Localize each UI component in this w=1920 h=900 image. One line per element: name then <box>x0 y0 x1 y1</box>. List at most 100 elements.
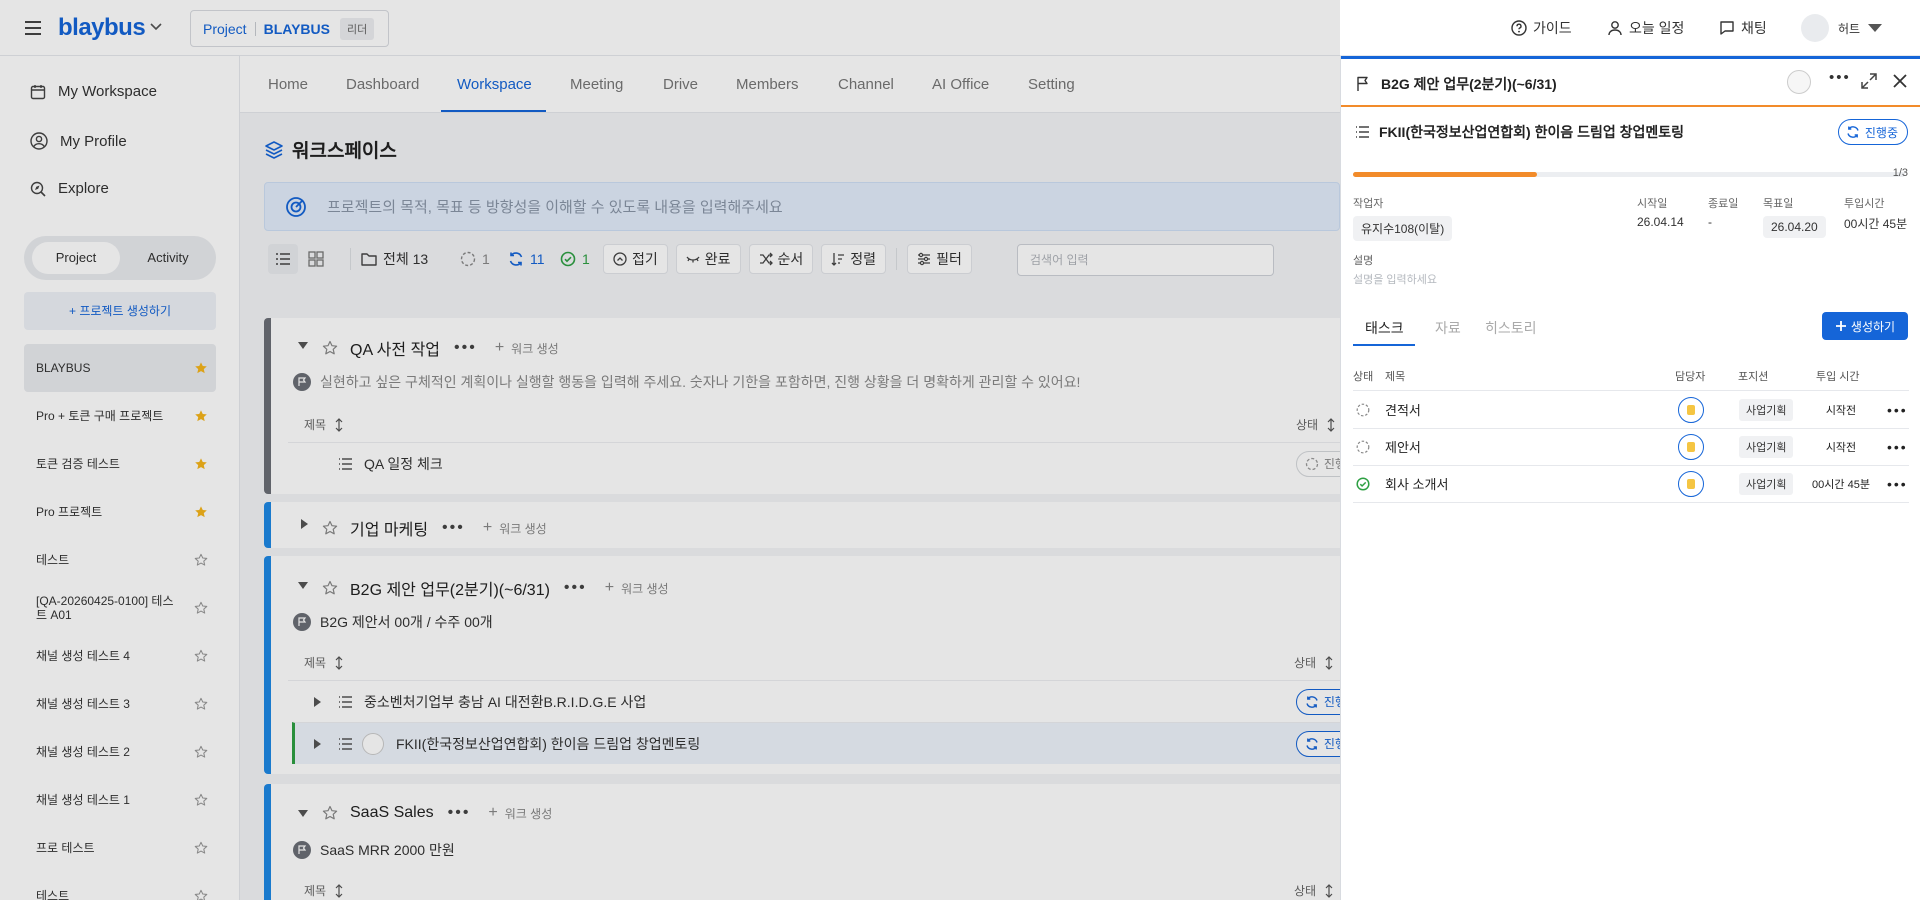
sidebar-project-item[interactable]: 채널 생성 테스트 3 <box>24 680 216 728</box>
star-outline-icon[interactable] <box>322 580 338 596</box>
nav-my-workspace[interactable]: My Workspace <box>30 83 157 100</box>
tab-drive[interactable]: Drive <box>663 76 698 93</box>
check-circle-icon[interactable] <box>1356 465 1370 502</box>
filter-todo[interactable]: 1 <box>460 244 490 274</box>
sidebar-project-item[interactable]: 토큰 검증 테스트 <box>24 440 216 488</box>
collapse-caret-icon[interactable] <box>298 810 308 818</box>
grid-view-icon[interactable] <box>308 251 324 267</box>
add-work-button[interactable]: + 워크 생성 <box>605 579 669 597</box>
work-row[interactable]: QA 일정 체크 진행전 <box>288 442 1344 484</box>
chat-button[interactable]: 채팅 <box>1719 18 1767 38</box>
add-work-button[interactable]: + 워크 생성 <box>483 519 547 537</box>
more-icon[interactable]: ••• <box>1887 428 1908 465</box>
sidebar-project-item[interactable]: 채널 생성 테스트 1 <box>24 776 216 824</box>
filter-all[interactable]: 전체 13 <box>361 244 428 274</box>
position-badge[interactable]: 사업기획 <box>1739 391 1794 428</box>
group-title[interactable]: QA 사전 작업 <box>350 336 440 360</box>
sort-button[interactable]: 정렬 <box>821 244 887 274</box>
expand-caret-icon[interactable] <box>314 738 322 749</box>
star-outline-icon[interactable] <box>322 805 338 821</box>
tab-ai-office[interactable]: AI Office <box>932 76 989 93</box>
position-badge[interactable]: 사업기획 <box>1739 465 1794 502</box>
status-badge[interactable]: 진행중 <box>1295 688 1344 715</box>
tab-meeting[interactable]: Meeting <box>570 76 623 93</box>
more-icon[interactable]: ••• <box>1887 391 1908 428</box>
task-title[interactable]: 제안서 <box>1385 428 1421 465</box>
hamburger-menu-icon[interactable] <box>24 20 42 36</box>
guide-button[interactable]: 가이드 <box>1511 18 1572 38</box>
group-title[interactable]: 기업 마케팅 <box>350 516 428 540</box>
nav-explore[interactable]: Explore <box>30 180 109 197</box>
task-row[interactable]: 회사 소개서 사업기획 00시간 45분 ••• <box>1353 465 1909 502</box>
collapse-caret-icon[interactable] <box>298 342 308 350</box>
sidebar-project-item[interactable]: 테스트 <box>24 536 216 584</box>
sidebar-project-item[interactable]: BLAYBUS <box>24 344 216 392</box>
star-filled-icon[interactable] <box>194 505 208 519</box>
purpose-input[interactable]: 프로젝트의 목적, 목표 등 방향성을 이해할 수 있도록 내용을 입력해주세요 <box>264 182 1340 231</box>
tab-history[interactable]: 히스토리 <box>1485 318 1537 338</box>
target-date[interactable]: 26.04.20 <box>1763 216 1826 238</box>
status-badge[interactable]: 진행전 <box>1295 450 1344 477</box>
add-work-button[interactable]: + 워크 생성 <box>495 339 559 357</box>
star-filled-icon[interactable] <box>194 409 208 423</box>
assignee-avatar[interactable] <box>1678 465 1704 502</box>
column-header-status[interactable]: 상태 <box>1296 416 1336 433</box>
list-view-icon[interactable] <box>268 244 298 274</box>
tab-workspace[interactable]: Workspace <box>457 76 532 93</box>
star-outline-icon[interactable] <box>194 601 208 615</box>
star-outline-icon[interactable] <box>194 841 208 855</box>
star-outline-icon[interactable] <box>194 889 208 900</box>
more-icon[interactable]: ••• <box>442 519 465 537</box>
avatar[interactable] <box>1787 70 1811 94</box>
more-icon[interactable]: ••• <box>1829 69 1851 86</box>
sidebar-project-item[interactable]: 채널 생성 테스트 2 <box>24 728 216 776</box>
sidebar-project-item[interactable]: 채널 생성 테스트 4 <box>24 632 216 680</box>
end-date[interactable]: - <box>1708 215 1712 229</box>
more-icon[interactable]: ••• <box>448 804 471 822</box>
sidebar-project-item[interactable]: Pro 프로젝트 <box>24 488 216 536</box>
tab-channel[interactable]: Channel <box>838 76 894 93</box>
more-icon[interactable]: ••• <box>1887 465 1908 502</box>
expand-icon[interactable] <box>1861 73 1877 89</box>
work-row-selected[interactable]: FKII(한국정보산업연합회) 한이음 드림업 창업멘토링 진행중 <box>292 722 1344 764</box>
work-row[interactable]: 중소벤처기업부 충남 AI 대전환B.R.I.D.G.E 사업 진행중 <box>288 680 1344 722</box>
tab-dashboard[interactable]: Dashboard <box>346 76 419 93</box>
sidebar-project-item[interactable]: [QA-20260425-0100] 테스트 A01 <box>24 584 216 632</box>
task-title[interactable]: 회사 소개서 <box>1385 465 1448 502</box>
task-row[interactable]: 제안서 사업기획 시작전 ••• <box>1353 428 1909 465</box>
tab-activity[interactable]: Activity <box>124 242 212 274</box>
star-filled-icon[interactable] <box>194 457 208 471</box>
position-badge[interactable]: 사업기획 <box>1739 428 1794 465</box>
tab-tasks[interactable]: 태스크 <box>1365 318 1404 338</box>
app-logo[interactable]: blaybus <box>58 14 146 42</box>
sidebar-project-item[interactable]: 테스트 <box>24 872 216 900</box>
column-header-status[interactable]: 상태 <box>1294 882 1334 899</box>
more-icon[interactable]: ••• <box>564 579 587 597</box>
star-outline-icon[interactable] <box>322 340 338 356</box>
search-input[interactable]: 검색어 입력 <box>1017 244 1274 276</box>
star-outline-icon[interactable] <box>194 697 208 711</box>
expand-caret-icon[interactable] <box>301 519 309 529</box>
sidebar-project-item[interactable]: Pro + 토큰 구매 프로젝트 <box>24 392 216 440</box>
task-row[interactable]: 견적서 사업기획 시작전 ••• <box>1353 391 1909 428</box>
today-schedule-button[interactable]: 오늘 일정 <box>1607 18 1684 38</box>
more-icon[interactable]: ••• <box>454 339 477 357</box>
caret-down-icon[interactable] <box>1868 24 1882 32</box>
work-title-text[interactable]: FKII(한국정보산업연합회) 한이음 드림업 창업멘토링 <box>1379 122 1684 142</box>
star-outline-icon[interactable] <box>194 553 208 567</box>
project-selector[interactable]: Project BLAYBUS 리더 <box>190 10 389 47</box>
close-icon[interactable] <box>1892 73 1908 89</box>
star-outline-icon[interactable] <box>322 520 338 536</box>
description-input[interactable]: 설명을 입력하세요 <box>1353 271 1437 287</box>
sidebar-project-item[interactable]: 프로 테스트 <box>24 824 216 872</box>
assignee-avatar[interactable] <box>1678 391 1704 428</box>
expand-caret-icon[interactable] <box>314 696 322 707</box>
start-date[interactable]: 26.04.14 <box>1637 215 1684 229</box>
complete-button[interactable]: 완료 <box>675 244 741 274</box>
task-title[interactable]: 견적서 <box>1385 391 1421 428</box>
filter-done[interactable]: 1 <box>560 244 590 274</box>
order-button[interactable]: 순서 <box>748 244 814 274</box>
create-project-button[interactable]: + 프로젝트 생성하기 <box>24 292 216 330</box>
user-name[interactable]: 허트 <box>1838 20 1860 37</box>
filter-button[interactable]: 필터 <box>907 244 972 274</box>
